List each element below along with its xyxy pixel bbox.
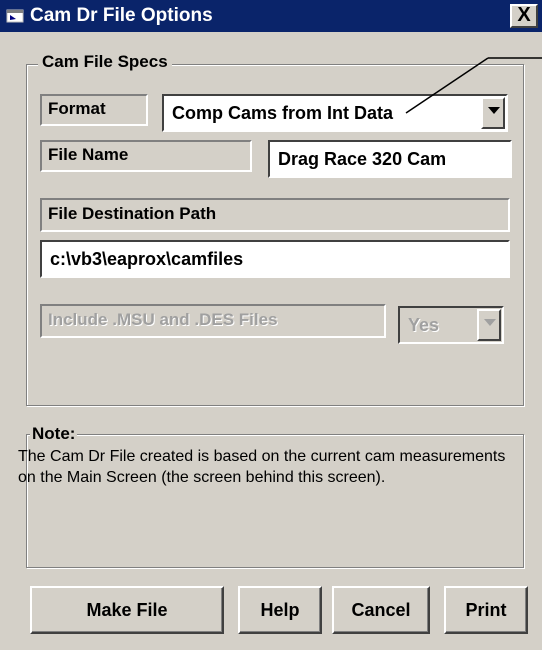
- cam-dr-file-options-dialog: Cam Dr File Options X Cam File Specs For…: [0, 0, 542, 650]
- cam-file-specs-caption: Cam File Specs: [38, 52, 172, 72]
- file-name-label: File Name: [40, 140, 252, 172]
- close-button[interactable]: X: [510, 4, 538, 28]
- note-caption: Note:: [30, 424, 78, 444]
- make-file-button[interactable]: Make File: [30, 586, 224, 634]
- include-value: Yes: [408, 315, 440, 335]
- include-msu-des-label: Include .MSU and .DES Files: [40, 304, 386, 338]
- format-value: Comp Cams from Int Data: [172, 103, 394, 123]
- chevron-down-icon[interactable]: [481, 97, 505, 129]
- print-button[interactable]: Print: [444, 586, 528, 634]
- destination-path-input[interactable]: c:\vb3\eaprox\camfiles: [40, 240, 510, 278]
- window-title: Cam Dr File Options: [30, 5, 213, 26]
- format-combobox[interactable]: Comp Cams from Int Data: [162, 94, 508, 132]
- include-msu-des-combobox: Yes: [398, 306, 504, 344]
- chevron-down-icon: [477, 309, 501, 341]
- format-label: Format: [40, 94, 148, 126]
- cancel-button[interactable]: Cancel: [332, 586, 430, 634]
- title-bar[interactable]: Cam Dr File Options X: [0, 0, 542, 32]
- destination-path-label: File Destination Path: [40, 198, 510, 232]
- window-icon: [6, 9, 24, 23]
- file-name-input[interactable]: Drag Race 320 Cam: [268, 140, 512, 178]
- note-text: The Cam Dr File created is based on the …: [18, 448, 506, 486]
- help-button[interactable]: Help: [238, 586, 322, 634]
